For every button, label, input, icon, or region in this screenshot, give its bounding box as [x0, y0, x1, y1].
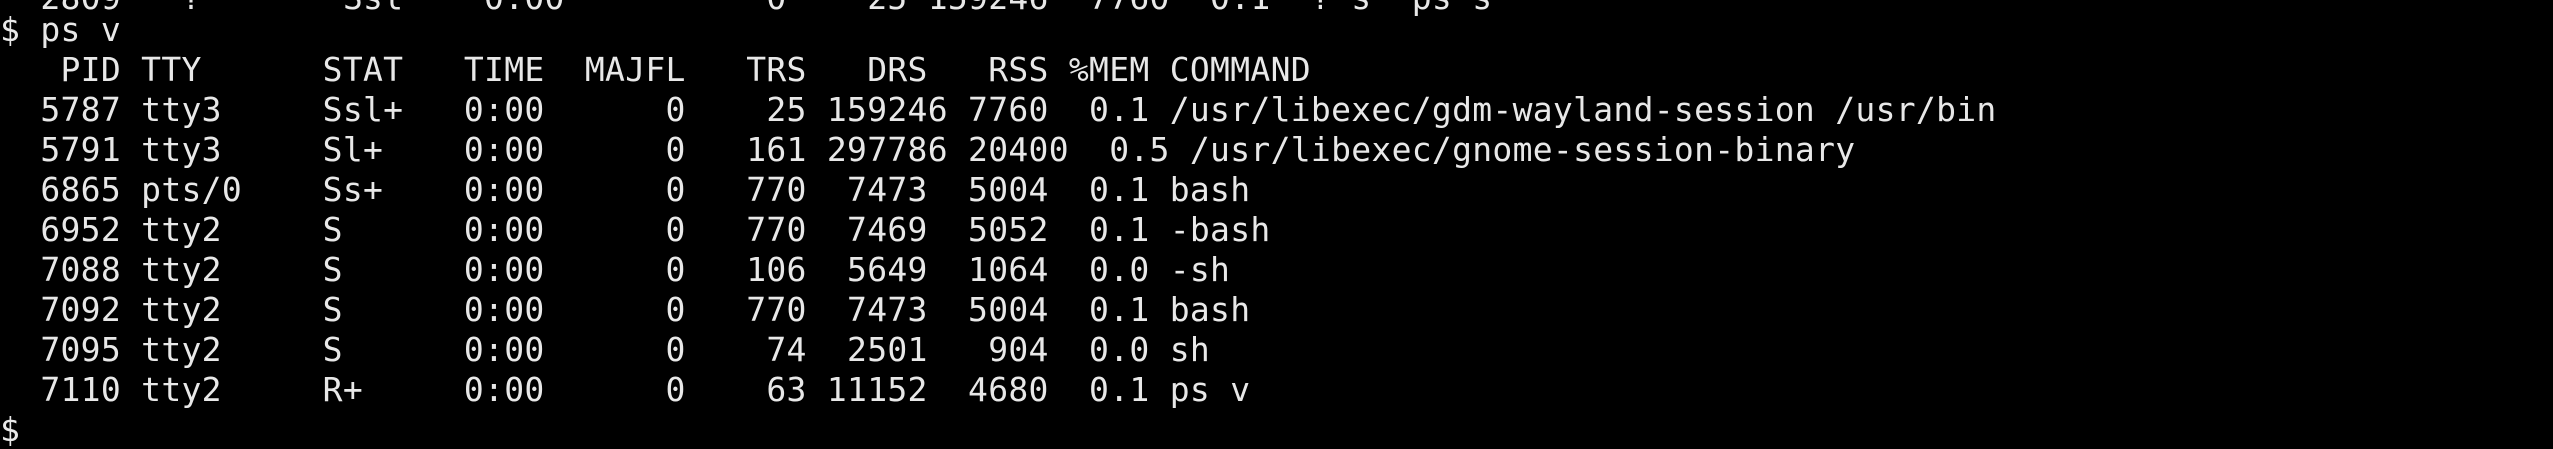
- command-prompt-line: $ ps v: [0, 10, 122, 49]
- terminal-window[interactable]: 2809 ? Ssl 0:00 0 25 159246 7760 0.1 ? s…: [0, 0, 2553, 449]
- process-row: 6952 tty2 S 0:00 0 770 7469 5052 0.1 -ba…: [0, 210, 1271, 249]
- process-row: 7092 tty2 S 0:00 0 770 7473 5004 0.1 bas…: [0, 290, 1251, 329]
- process-table-header: PID TTY STAT TIME MAJFL TRS DRS RSS %MEM…: [0, 50, 1311, 89]
- shell-prompt[interactable]: $: [0, 410, 20, 449]
- process-row: 5787 tty3 Ssl+ 0:00 0 25 159246 7760 0.1…: [0, 90, 1997, 129]
- partial-output-line: 2809 ? Ssl 0:00 0 25 159246 7760 0.1 ? s…: [0, 0, 1492, 18]
- process-row: 6865 pts/0 Ss+ 0:00 0 770 7473 5004 0.1 …: [0, 170, 1251, 209]
- process-row: 5791 tty3 Sl+ 0:00 0 161 297786 20400 0.…: [0, 130, 1856, 169]
- process-row: 7095 tty2 S 0:00 0 74 2501 904 0.0 sh: [0, 330, 1211, 369]
- process-row: 7088 tty2 S 0:00 0 106 5649 1064 0.0 -sh: [0, 250, 1231, 289]
- process-row: 7110 tty2 R+ 0:00 0 63 11152 4680 0.1 ps…: [0, 370, 1251, 409]
